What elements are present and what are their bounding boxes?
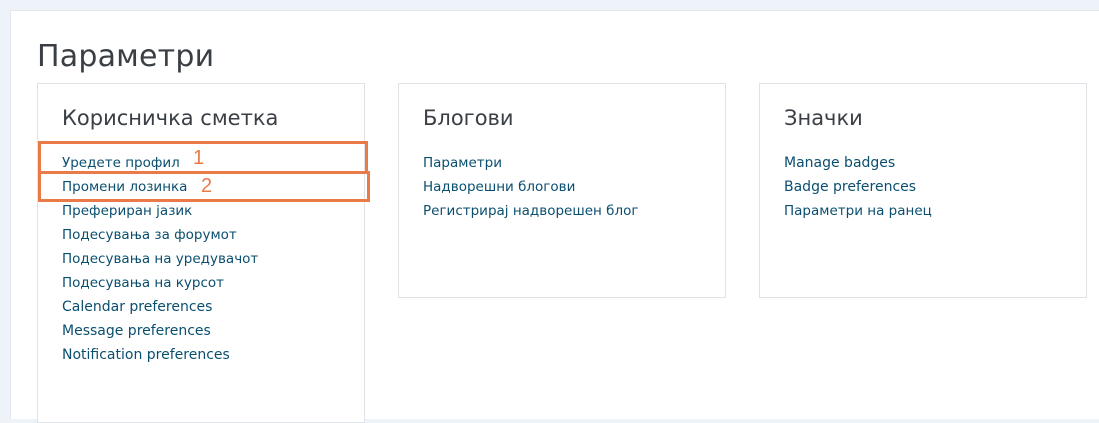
blog-preferences-link[interactable]: Параметри <box>423 155 502 171</box>
list-item: Manage badges <box>784 150 932 174</box>
preferred-language-link[interactable]: Преферирaн јазик <box>62 203 192 219</box>
list-item: Уредете профил <box>62 150 258 174</box>
list-item: Промени лозинка <box>62 174 258 198</box>
user-account-links: Уредете профил Промени лозинка Преферирa… <box>62 150 258 366</box>
editor-preferences-link[interactable]: Подесувања на уредувачот <box>62 251 258 267</box>
edit-profile-link[interactable]: Уредете профил <box>62 155 180 171</box>
blogs-links: Параметри Надворешни блогови Регистрирај… <box>423 150 638 222</box>
badges-card-title: Значки <box>784 106 863 130</box>
course-preferences-link[interactable]: Подесувања на курсот <box>62 275 224 291</box>
list-item: Параметри на ранец <box>784 198 932 222</box>
forum-preferences-link[interactable]: Подесувања за форумот <box>62 227 237 243</box>
list-item: Надворешни блогови <box>423 174 638 198</box>
change-password-link[interactable]: Промени лозинка <box>62 179 187 195</box>
user-account-card: Корисничка сметка Уредете профил Промени… <box>37 83 365 423</box>
list-item: Параметри <box>423 150 638 174</box>
list-item: Подесувања на уредувачот <box>62 246 258 270</box>
preferences-page: Параметри Корисничка сметка Уредете проф… <box>10 10 1099 423</box>
user-account-card-title: Корисничка сметка <box>62 106 279 130</box>
external-blogs-link[interactable]: Надворешни блогови <box>423 179 575 195</box>
message-preferences-link[interactable]: Message preferences <box>62 323 211 339</box>
list-item: Преферирaн јазик <box>62 198 258 222</box>
list-item: Регистрирај надворешен блог <box>423 198 638 222</box>
list-item: Подесувања за форумот <box>62 222 258 246</box>
notification-preferences-link[interactable]: Notification preferences <box>62 347 230 363</box>
badges-card: Значки Manage badges Badge preferences П… <box>759 83 1087 298</box>
list-item: Calendar preferences <box>62 294 258 318</box>
backpack-settings-link[interactable]: Параметри на ранец <box>784 203 932 219</box>
list-item: Message preferences <box>62 318 258 342</box>
register-external-blog-link[interactable]: Регистрирај надворешен блог <box>423 203 638 219</box>
list-item: Notification preferences <box>62 342 258 366</box>
calendar-preferences-link[interactable]: Calendar preferences <box>62 299 212 315</box>
manage-badges-link[interactable]: Manage badges <box>784 155 895 171</box>
list-item: Badge preferences <box>784 174 932 198</box>
list-item: Подесувања на курсот <box>62 270 258 294</box>
badges-links: Manage badges Badge preferences Параметр… <box>784 150 932 222</box>
blogs-card-title: Блогови <box>423 106 514 130</box>
blogs-card: Блогови Параметри Надворешни блогови Рег… <box>398 83 726 298</box>
page-title: Параметри <box>37 39 215 74</box>
badge-preferences-link[interactable]: Badge preferences <box>784 179 916 195</box>
